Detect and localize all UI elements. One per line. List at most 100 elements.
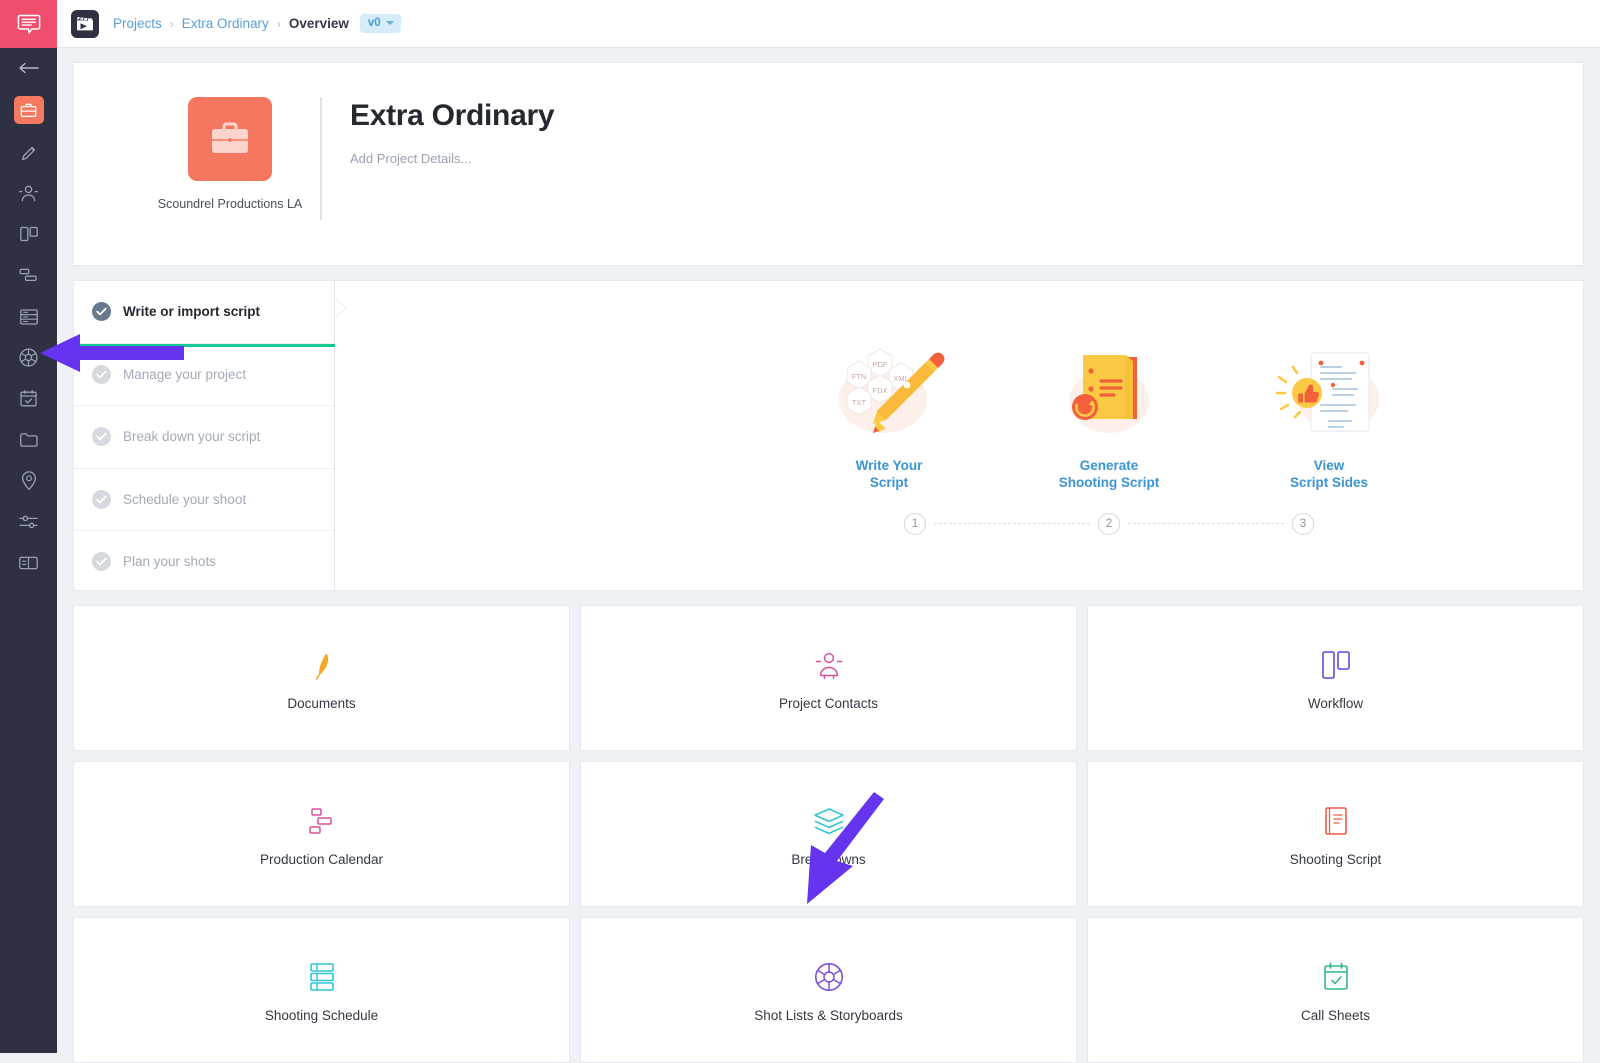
tile-call-sheets[interactable]: Call Sheets <box>1087 917 1584 1063</box>
tile-breakdowns[interactable]: Breakdowns <box>580 761 1077 907</box>
checklist-item-label: Manage your project <box>123 366 247 382</box>
folder-icon <box>19 433 38 447</box>
tile-label: Shot Lists & Storyboards <box>754 1008 903 1023</box>
checklist-item-plan-shots[interactable]: Plan your shots <box>74 531 334 594</box>
rail-item-settings[interactable] <box>0 501 57 542</box>
project-title-block: Extra Ordinary Add Project Details... <box>350 97 555 166</box>
checklist-item-write-script[interactable]: Write or import script <box>74 281 334 344</box>
people-icon <box>814 645 844 685</box>
check-icon <box>92 427 111 447</box>
rail-item-shot-lists[interactable] <box>0 337 57 378</box>
tile-label: Breakdowns <box>791 852 866 867</box>
breadcrumb-separator: › <box>276 16 281 31</box>
version-selector[interactable]: v0 <box>359 14 401 33</box>
format-badge-fdx: FDX <box>873 386 888 395</box>
top-bar: Projects › Extra Ordinary › Overview v0 <box>57 0 1600 48</box>
tile-label: Documents <box>287 696 356 711</box>
rail-item-overview[interactable] <box>0 88 57 132</box>
project-avatar[interactable] <box>188 97 272 181</box>
checklist-item-label: Write or import script <box>123 304 261 320</box>
divider <box>320 97 322 220</box>
rail-item-files[interactable] <box>0 419 57 460</box>
step-label: Write Your Script <box>855 457 923 490</box>
sliders-icon <box>19 515 38 528</box>
step-generate-shooting-script[interactable]: Generate Shooting Script <box>1049 337 1169 491</box>
rail-item-breakdowns[interactable] <box>0 296 57 337</box>
checklist-item-break-down-script[interactable]: Break down your script <box>74 406 334 469</box>
tile-workflow[interactable]: Workflow <box>1087 605 1584 751</box>
step-label: Generate Shooting Script <box>1058 457 1160 490</box>
tile-project-contacts[interactable]: Project Contacts <box>580 605 1077 751</box>
chevron-down-icon <box>385 21 394 25</box>
rail-item-contacts[interactable] <box>0 173 57 214</box>
page-canvas: Scoundrel Productions LA Extra Ordinary … <box>57 48 1600 1063</box>
gantt-icon <box>306 801 338 841</box>
step-number-1[interactable]: 1 <box>904 512 926 535</box>
tile-label: Project Contacts <box>778 696 879 711</box>
briefcase-icon <box>212 122 248 153</box>
checklist-item-schedule-shoot[interactable]: Schedule your shoot <box>74 469 334 531</box>
module-tile-grid: Documents Project Contacts Workflow Prod… <box>73 605 1584 1063</box>
format-badge-ftn: FTN <box>852 372 867 381</box>
step-number-2[interactable]: 2 <box>1098 512 1120 535</box>
rail-brand-logo[interactable] <box>0 0 57 48</box>
left-rail <box>0 0 57 1053</box>
rail-item-locations[interactable] <box>0 460 57 501</box>
step-view-script-sides[interactable]: View Script Sides <box>1269 337 1389 491</box>
app-logo[interactable] <box>71 9 99 38</box>
tile-documents[interactable]: Documents <box>73 605 570 751</box>
checklist-item-label: Break down your script <box>123 429 261 445</box>
tile-shooting-script[interactable]: Shooting Script <box>1087 761 1584 907</box>
layers-list-icon <box>19 308 38 325</box>
tile-shot-lists-storyboards[interactable]: Shot Lists & Storyboards <box>580 917 1077 1063</box>
script-page-thumbsup-art <box>1273 337 1385 445</box>
check-icon <box>92 489 111 509</box>
aperture-icon <box>813 957 845 997</box>
page-title: Extra Ordinary <box>350 99 555 132</box>
tile-shooting-schedule[interactable]: Shooting Schedule <box>73 917 570 1063</box>
breadcrumb-item-projects[interactable]: Projects <box>113 16 162 31</box>
format-badge-txt: TXT <box>852 398 867 407</box>
pencil-icon <box>21 146 35 160</box>
rail-item-call-sheets[interactable] <box>0 378 57 419</box>
tile-label: Production Calendar <box>259 852 384 867</box>
briefcase-icon <box>20 103 37 117</box>
setup-checklist: Write or import script Manage your proje… <box>74 281 335 594</box>
check-icon <box>92 302 111 322</box>
rail-back-button[interactable] <box>0 48 57 88</box>
onboarding-band: Write or import script Manage your proje… <box>73 280 1584 594</box>
step-connector <box>1128 523 1284 524</box>
checklist-item-manage-project[interactable]: Manage your project <box>74 344 334 406</box>
tile-production-calendar[interactable]: Production Calendar <box>73 761 570 907</box>
breadcrumb: Projects › Extra Ordinary › Overview <box>113 16 349 31</box>
calendar-check-icon <box>20 390 37 407</box>
gantt-icon <box>19 268 37 282</box>
workflow-icon <box>19 226 38 242</box>
check-icon <box>92 552 111 572</box>
rail-item-workflow[interactable] <box>0 214 57 255</box>
breadcrumb-item-project[interactable]: Extra Ordinary <box>182 16 269 31</box>
project-details-placeholder[interactable]: Add Project Details... <box>350 151 554 166</box>
rail-active-indicator <box>13 96 44 124</box>
format-badge-pdf: PDF <box>873 360 888 369</box>
project-company-name: Scoundrel Productions LA <box>157 197 303 211</box>
step-write-your-script[interactable]: PDF FTN XML FDX TXT Write Your Script <box>829 337 949 491</box>
rail-item-production-calendar[interactable] <box>0 255 57 296</box>
breadcrumb-item-overview: Overview <box>288 16 349 31</box>
tile-label: Shooting Script <box>1289 852 1382 867</box>
project-header-card: Scoundrel Productions LA Extra Ordinary … <box>73 62 1584 266</box>
getting-started-steps: PDF FTN XML FDX TXT Write Your Script Ge… <box>335 281 1583 590</box>
script-formats-pencil-art: PDF FTN XML FDX TXT <box>833 337 945 445</box>
layers-icon <box>812 801 846 841</box>
yellow-document-sync-art <box>1053 337 1165 445</box>
checklist-item-label: Plan your shots <box>123 554 217 570</box>
version-label: v0 <box>367 17 381 29</box>
checklist-progress-bar <box>74 343 335 347</box>
step-number-3[interactable]: 3 <box>1292 512 1314 535</box>
steps-row: PDF FTN XML FDX TXT Write Your Script Ge… <box>829 337 1389 491</box>
rail-item-documents[interactable] <box>0 132 57 173</box>
panel-pointer-notch <box>335 299 346 317</box>
step-number-track: 1 2 3 <box>904 512 1314 535</box>
rail-item-reports[interactable] <box>0 542 57 583</box>
script-document-icon <box>1323 801 1349 841</box>
